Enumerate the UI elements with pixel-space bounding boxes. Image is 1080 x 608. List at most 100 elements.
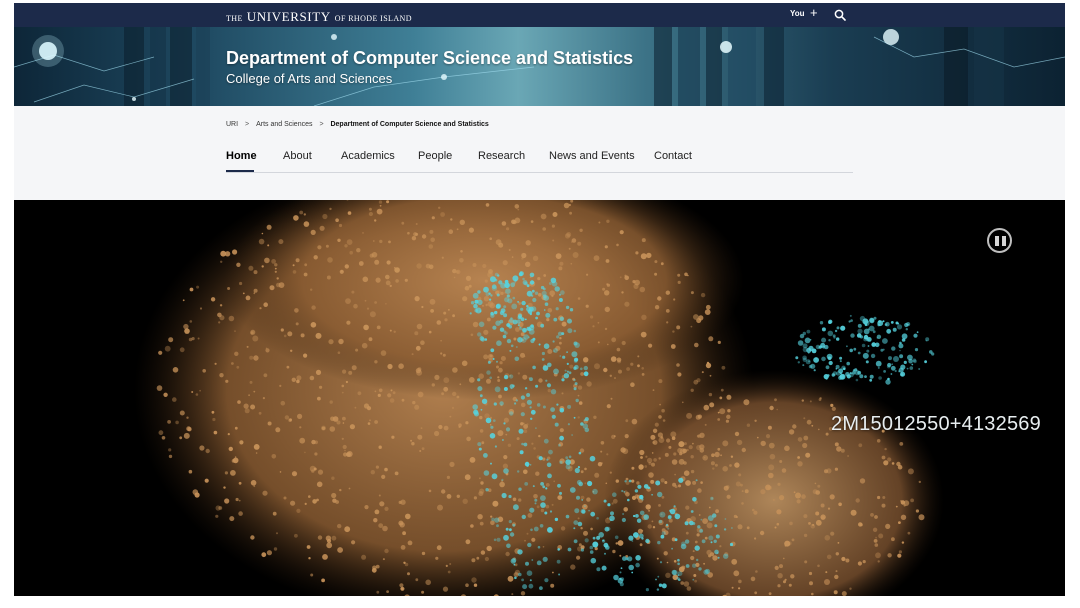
nav-item-academics[interactable]: Academics: [341, 150, 395, 162]
hero-video[interactable]: 2M15012550+4132569: [14, 200, 1065, 596]
nebula-speck: [615, 542, 618, 545]
nebula-speck: [473, 496, 477, 500]
nebula-speck: [576, 495, 580, 500]
nebula-speck: [497, 376, 500, 379]
nebula-speck: [469, 312, 472, 315]
nebula-speck: [505, 433, 508, 436]
search-icon[interactable]: [834, 9, 846, 21]
nebula-speck: [779, 564, 783, 569]
nebula-speck: [573, 329, 577, 333]
nebula-speck: [491, 517, 495, 522]
nebula-speck: [559, 491, 562, 495]
nebula-speck: [783, 557, 785, 560]
nebula-speck: [542, 556, 548, 562]
nebula-speck: [465, 275, 472, 281]
nebula-speck: [382, 525, 388, 532]
nebula-speck: [570, 564, 576, 570]
nebula-speck: [164, 345, 171, 352]
nebula-speck: [898, 367, 904, 373]
nebula-speck: [723, 553, 729, 559]
nebula-speck: [405, 513, 411, 520]
nav-item-home[interactable]: Home: [226, 150, 257, 162]
nebula-speck: [697, 414, 703, 419]
nebula-speck: [497, 430, 504, 437]
nebula-speck: [303, 221, 310, 227]
breadcrumb-arts-and-sciences[interactable]: Arts and Sciences: [256, 121, 312, 128]
pause-icon[interactable]: [987, 228, 1012, 253]
nav-item-contact[interactable]: Contact: [654, 150, 692, 162]
nebula-speck: [308, 557, 311, 560]
nebula-speck: [319, 385, 323, 389]
nebula-speck: [514, 356, 520, 362]
nebula-speck: [374, 360, 378, 364]
nebula-speck: [773, 499, 775, 501]
nebula-speck: [544, 302, 549, 306]
nebula-speck: [505, 527, 509, 531]
nebula-speck: [313, 255, 318, 260]
university-logo[interactable]: THE UNIVERSITY OF RHODE ISLAND: [226, 8, 412, 26]
nebula-speck: [431, 383, 435, 387]
nebula-speck: [635, 555, 641, 561]
nebula-speck: [391, 435, 395, 439]
nebula-speck: [556, 335, 560, 339]
nebula-speck: [515, 399, 518, 402]
nav-item-news-and-events[interactable]: News and Events: [549, 150, 635, 162]
nebula-speck: [877, 323, 881, 327]
nebula-speck: [564, 369, 567, 372]
nebula-speck: [539, 586, 543, 590]
nebula-speck: [694, 579, 697, 583]
nebula-speck: [536, 403, 541, 407]
you-button[interactable]: You: [790, 9, 805, 18]
nebula-speck: [228, 446, 233, 452]
nebula-speck: [554, 422, 559, 427]
nebula-speck: [492, 358, 495, 360]
plus-icon[interactable]: +: [810, 6, 818, 20]
nebula-speck: [280, 400, 286, 406]
nebula-speck: [769, 453, 776, 460]
nebula-speck: [276, 277, 279, 280]
nebula-speck: [342, 416, 346, 421]
department-title[interactable]: Department of Computer Science and Stati…: [226, 48, 633, 69]
breadcrumb-uri[interactable]: URI: [226, 121, 238, 128]
college-subtitle[interactable]: College of Arts and Sciences: [226, 71, 392, 86]
nebula-speck: [559, 261, 564, 266]
nebula-speck: [577, 394, 580, 397]
nebula-speck: [205, 448, 210, 454]
nebula-speck: [610, 511, 614, 516]
nebula-speck: [663, 551, 668, 556]
nebula-speck: [638, 533, 644, 539]
nebula-speck: [248, 394, 251, 397]
nebula-speck: [929, 350, 933, 354]
nebula-speck: [614, 535, 619, 540]
nebula-speck: [311, 439, 316, 445]
nebula-speck: [414, 404, 420, 410]
nav-item-research[interactable]: Research: [478, 150, 525, 162]
nebula-speck: [602, 539, 606, 543]
video-frame-art: [134, 200, 944, 596]
nebula-speck: [531, 442, 534, 445]
nebula-speck: [501, 221, 507, 226]
nav-item-people[interactable]: People: [418, 150, 452, 162]
nebula-speck: [901, 333, 908, 340]
nebula-speck: [672, 570, 678, 576]
nebula-speck: [883, 370, 886, 373]
nebula-speck: [261, 232, 264, 235]
nebula-speck: [290, 500, 296, 506]
nebula-speck: [610, 356, 617, 362]
nebula-speck: [684, 521, 689, 526]
nebula-speck: [847, 455, 850, 457]
nebula-speck: [849, 314, 852, 317]
nebula-speck: [703, 569, 709, 575]
nebula-speck: [621, 517, 627, 523]
nebula-speck: [840, 325, 846, 331]
nebula-speck: [580, 367, 583, 371]
nebula-speck: [259, 307, 262, 310]
nebula-speck: [535, 316, 538, 320]
nebula-speck: [640, 331, 647, 338]
nebula-speck: [665, 572, 671, 578]
nebula-speck: [710, 541, 713, 544]
nav-item-about[interactable]: About: [283, 150, 312, 162]
nebula-speck: [470, 524, 474, 528]
nebula-speck: [564, 233, 571, 239]
nebula-speck: [404, 278, 408, 282]
